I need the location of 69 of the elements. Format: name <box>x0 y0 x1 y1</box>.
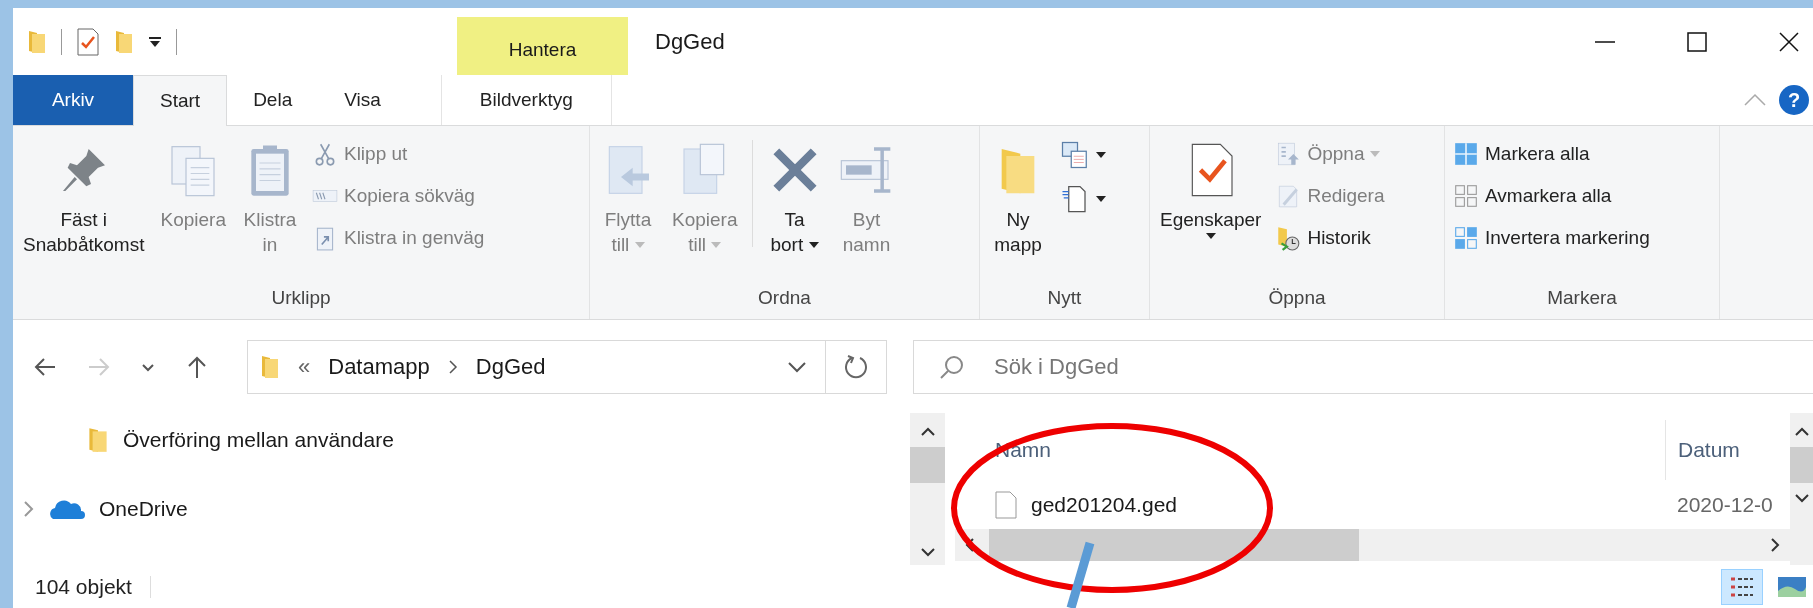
scroll-down-icon[interactable] <box>1793 493 1810 503</box>
item-count: 104 objekt <box>35 574 132 599</box>
chevron-down-icon[interactable] <box>787 360 807 373</box>
ribbon-button[interactable]: Ta bort <box>760 132 829 287</box>
select-none-icon <box>1453 183 1479 209</box>
ribbon-group-label: Ordna <box>757 287 812 310</box>
ribbon-group-label: Nytt <box>1046 287 1083 310</box>
folder-icon <box>87 425 109 454</box>
file-tab[interactable]: Arkiv <box>13 75 133 125</box>
ribbon-button[interactable]: Avmarkera alla <box>1449 178 1654 214</box>
scroll-thumb[interactable] <box>989 529 1359 561</box>
breadcrumb-item[interactable]: DgGed <box>475 353 546 380</box>
history-icon <box>1275 225 1302 251</box>
breadcrumb-overflow[interactable]: « <box>298 353 311 380</box>
address-bar[interactable]: « Datamapp DgGed <box>247 339 887 394</box>
ribbon-button[interactable]: Ny mapp <box>984 132 1052 287</box>
scroll-up-icon[interactable] <box>1793 427 1810 437</box>
invert-selection-icon <box>1453 225 1479 251</box>
breadcrumb-item[interactable]: Datamapp <box>328 353 430 380</box>
details-view-button[interactable] <box>1721 568 1763 605</box>
maximize-icon[interactable] <box>1687 31 1707 52</box>
nav-item[interactable]: Överföring mellan användare <box>123 427 394 452</box>
ribbon-group-label: Markera <box>1546 287 1618 310</box>
folder-icon <box>260 353 280 380</box>
scroll-thumb[interactable] <box>910 447 945 483</box>
window-title: DgGed <box>655 28 725 55</box>
cloud-icon <box>49 497 85 520</box>
context-tab-header: Hantera <box>457 17 628 75</box>
ribbon-group-label: Öppna <box>1267 287 1327 310</box>
refresh-icon <box>843 353 869 380</box>
help-button[interactable]: ? <box>1779 85 1809 115</box>
nav-item[interactable]: OneDrive <box>99 496 188 521</box>
customize-dropdown-icon[interactable] <box>148 35 162 48</box>
close-icon[interactable] <box>1779 31 1799 52</box>
scroll-right-icon[interactable] <box>1770 537 1780 553</box>
caret-icon <box>1205 232 1216 239</box>
ribbon-tab[interactable]: Bildverktyg <box>440 75 612 125</box>
large-icons-view-icon <box>1777 574 1807 599</box>
caret-icon <box>634 242 645 249</box>
expand-chevron-icon[interactable] <box>23 499 35 518</box>
select-all-icon <box>1453 141 1479 167</box>
column-header[interactable]: Datum <box>1665 420 1740 480</box>
caret-icon <box>711 242 722 249</box>
scroll-up-icon[interactable] <box>919 427 936 437</box>
new-item-icon <box>1060 140 1090 170</box>
ribbon-button[interactable]: Fäst i Snabbåtkomst <box>17 132 151 287</box>
search-field[interactable]: Sök i DgGed <box>913 339 1813 394</box>
ribbon-button[interactable]: Historik <box>1271 220 1389 256</box>
scroll-down-icon[interactable] <box>919 547 936 557</box>
properties-icon[interactable] <box>76 27 100 56</box>
ribbon-button[interactable]: Egenskaper <box>1154 132 1268 287</box>
ribbon-group-label: Urklipp <box>270 287 332 310</box>
table-cell-text: 2020-12-0 <box>1676 493 1773 517</box>
chevron-right-icon <box>447 358 458 375</box>
scroll-thumb[interactable] <box>1790 447 1813 483</box>
caret-icon <box>808 242 819 249</box>
caret-icon <box>1370 151 1381 157</box>
scrollbar[interactable] <box>955 529 1790 561</box>
file-icon <box>995 491 1017 519</box>
scrollbar[interactable] <box>910 413 945 565</box>
file-name[interactable]: ged201204.ged <box>1031 493 1177 517</box>
ribbon-tab[interactable]: Start <box>133 75 228 126</box>
ribbon-button[interactable]: Markera alla <box>1449 136 1654 172</box>
scroll-left-icon[interactable] <box>965 537 975 553</box>
search-icon <box>939 353 965 380</box>
caret-icon <box>1096 196 1106 202</box>
caret-icon <box>1096 152 1106 158</box>
scrollbar[interactable] <box>1790 413 1813 565</box>
ribbon-button[interactable]: Invertera markering <box>1449 220 1654 256</box>
